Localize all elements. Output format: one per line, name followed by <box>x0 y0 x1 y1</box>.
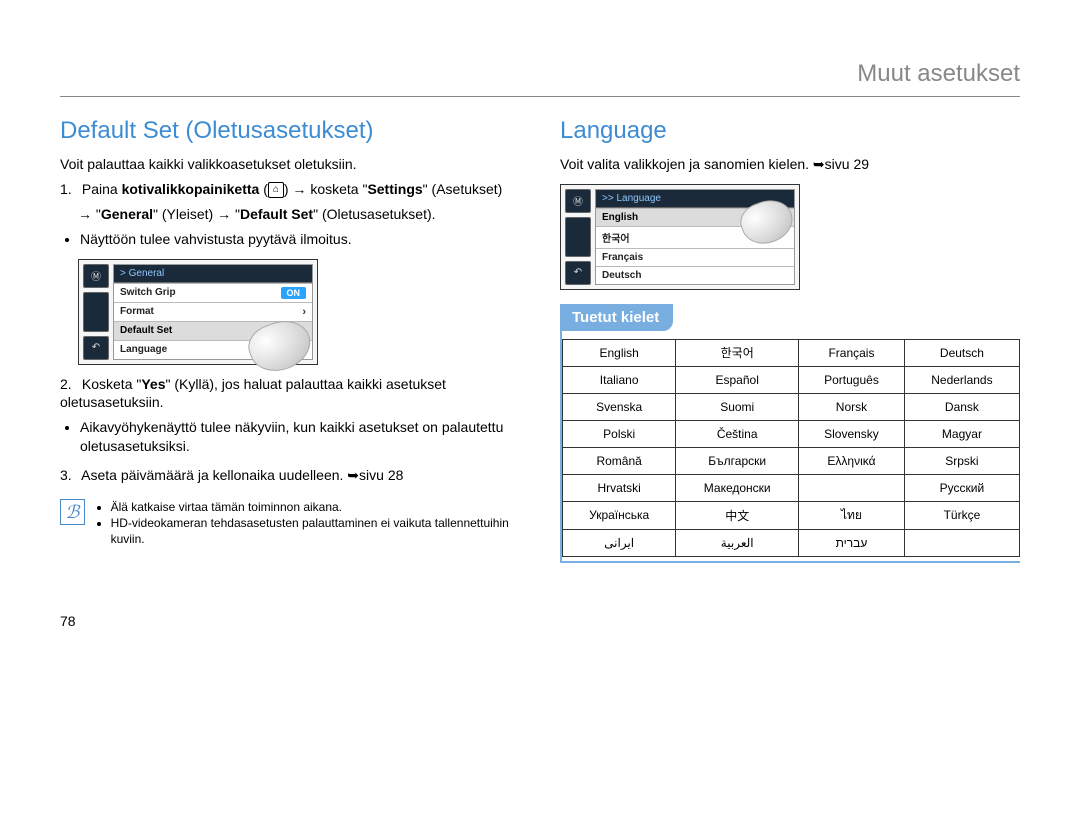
note-icon: ℬ <box>60 499 85 525</box>
lang-cell: Deutsch <box>904 339 1019 366</box>
lang-cell: Magyar <box>904 420 1019 447</box>
lang-cell: Nederlands <box>904 366 1019 393</box>
figure-language-menu: Ⓜ ↶ >> Language English✓ 한국어 Français De… <box>560 184 800 290</box>
left-intro: Voit palauttaa kaikki valikkoasetukset o… <box>60 155 520 174</box>
fig-row-switch-grip: Switch GripON <box>114 283 312 302</box>
right-section-title: Language <box>560 117 1020 145</box>
lang-cell: Български <box>676 447 799 474</box>
lang-cell: Ελληνικά <box>799 447 905 474</box>
step-2-bullet: Aikavyöhykenäyttö tulee näkyviin, kun ka… <box>80 418 520 456</box>
chevron-right-icon: › <box>302 306 306 318</box>
lang-cell: Українська <box>563 501 676 529</box>
fig-row-format: Format› <box>114 302 312 321</box>
home-icon: ⌂ <box>268 182 284 198</box>
table-row: English한국어FrançaisDeutsch <box>563 339 1020 366</box>
note-2: HD-videokameran tehdasasetusten palautta… <box>111 515 520 547</box>
fig-m-icon: Ⓜ <box>83 264 109 288</box>
lang-cell: Hrvatski <box>563 474 676 501</box>
lang-cell: Srpski <box>904 447 1019 474</box>
fig-row-language: Language› <box>114 340 312 359</box>
page-header: Muut asetukset <box>60 60 1020 97</box>
lang-cell: Español <box>676 366 799 393</box>
lang-cell: Română <box>563 447 676 474</box>
lang-cell: ایرانی <box>563 529 676 556</box>
page-ref-icon: ➥ <box>813 156 825 172</box>
lang-cell: 한국어 <box>676 339 799 366</box>
page-ref-icon: ➥ <box>347 467 359 483</box>
step-1-line-1: 1. Paina kotivalikkopainiketta (⌂) → kos… <box>60 180 520 199</box>
lang-cell: Suomi <box>676 393 799 420</box>
table-row: SvenskaSuomiNorskDansk <box>563 393 1020 420</box>
step-3: 3. Aseta päivämäärä ja kellonaika uudell… <box>60 466 520 485</box>
lang-cell: Türkçe <box>904 501 1019 529</box>
table-row: ایرانیالعربيةעברית <box>563 529 1020 556</box>
fig-header: > General <box>114 265 312 283</box>
lang-cell: Italiano <box>563 366 676 393</box>
lang-cell: English <box>563 339 676 366</box>
fig-row-german: Deutsch <box>596 266 794 284</box>
lang-cell <box>799 474 905 501</box>
lang-cell: ไทย <box>799 501 905 529</box>
fig-row-french: Français <box>596 248 794 266</box>
fig-row-english: English✓ <box>596 208 794 226</box>
page-number: 78 <box>60 613 1020 629</box>
chevron-right-icon: › <box>302 325 306 337</box>
note-1: Älä katkaise virtaa tämän toiminnon aika… <box>111 499 520 515</box>
lang-cell <box>904 529 1019 556</box>
fig-row-default-set: Default Set› <box>114 321 312 340</box>
right-intro: Voit valita valikkojen ja sanomien kiele… <box>560 155 1020 174</box>
supported-languages-title: Tuetut kielet <box>562 304 673 331</box>
step-1-line-2: → "General" (Yleiset) → "Default Set" (O… <box>78 205 520 224</box>
left-column: Default Set (Oletusasetukset) Voit palau… <box>60 117 520 563</box>
table-row: RomânăБългарскиΕλληνικάSrpski <box>563 447 1020 474</box>
chevron-right-icon: › <box>302 344 306 356</box>
table-row: Українська中文ไทยTürkçe <box>563 501 1020 529</box>
lang-cell: Čeština <box>676 420 799 447</box>
lang-cell: Norsk <box>799 393 905 420</box>
supported-languages-box: Tuetut kielet English한국어FrançaisDeutschI… <box>560 304 1020 563</box>
lang-cell: Slovensky <box>799 420 905 447</box>
lang-cell: Македонски <box>676 474 799 501</box>
lang-cell: Polski <box>563 420 676 447</box>
table-row: PolskiČeštinaSlovenskyMagyar <box>563 420 1020 447</box>
table-row: HrvatskiМакедонски Русский <box>563 474 1020 501</box>
lang-cell: עברית <box>799 529 905 556</box>
lang-cell: Svenska <box>563 393 676 420</box>
lang-cell: Português <box>799 366 905 393</box>
step-2: 2. Kosketa "Yes" (Kyllä), jos haluat pal… <box>60 375 520 413</box>
fig-header: >> Language <box>596 190 794 208</box>
on-badge: ON <box>281 287 307 299</box>
left-section-title: Default Set (Oletusasetukset) <box>60 117 520 145</box>
lang-cell: Русский <box>904 474 1019 501</box>
table-row: ItalianoEspañolPortuguêsNederlands <box>563 366 1020 393</box>
right-column: Language Voit valita valikkojen ja sanom… <box>560 117 1020 563</box>
fig-m-icon: Ⓜ <box>565 189 591 213</box>
fig-back-icon: ↶ <box>565 261 591 285</box>
lang-cell: 中文 <box>676 501 799 529</box>
step-1-bullet: Näyttöön tulee vahvistusta pyytävä ilmoi… <box>80 230 520 249</box>
lang-cell: العربية <box>676 529 799 556</box>
fig-back-icon: ↶ <box>83 336 109 360</box>
lang-cell: Français <box>799 339 905 366</box>
lang-cell: Dansk <box>904 393 1019 420</box>
supported-languages-table: English한국어FrançaisDeutschItalianoEspañol… <box>562 339 1020 557</box>
figure-general-menu: Ⓜ ↶ > General Switch GripON Format› Defa… <box>78 259 318 365</box>
fig-row-korean: 한국어 <box>596 226 794 248</box>
